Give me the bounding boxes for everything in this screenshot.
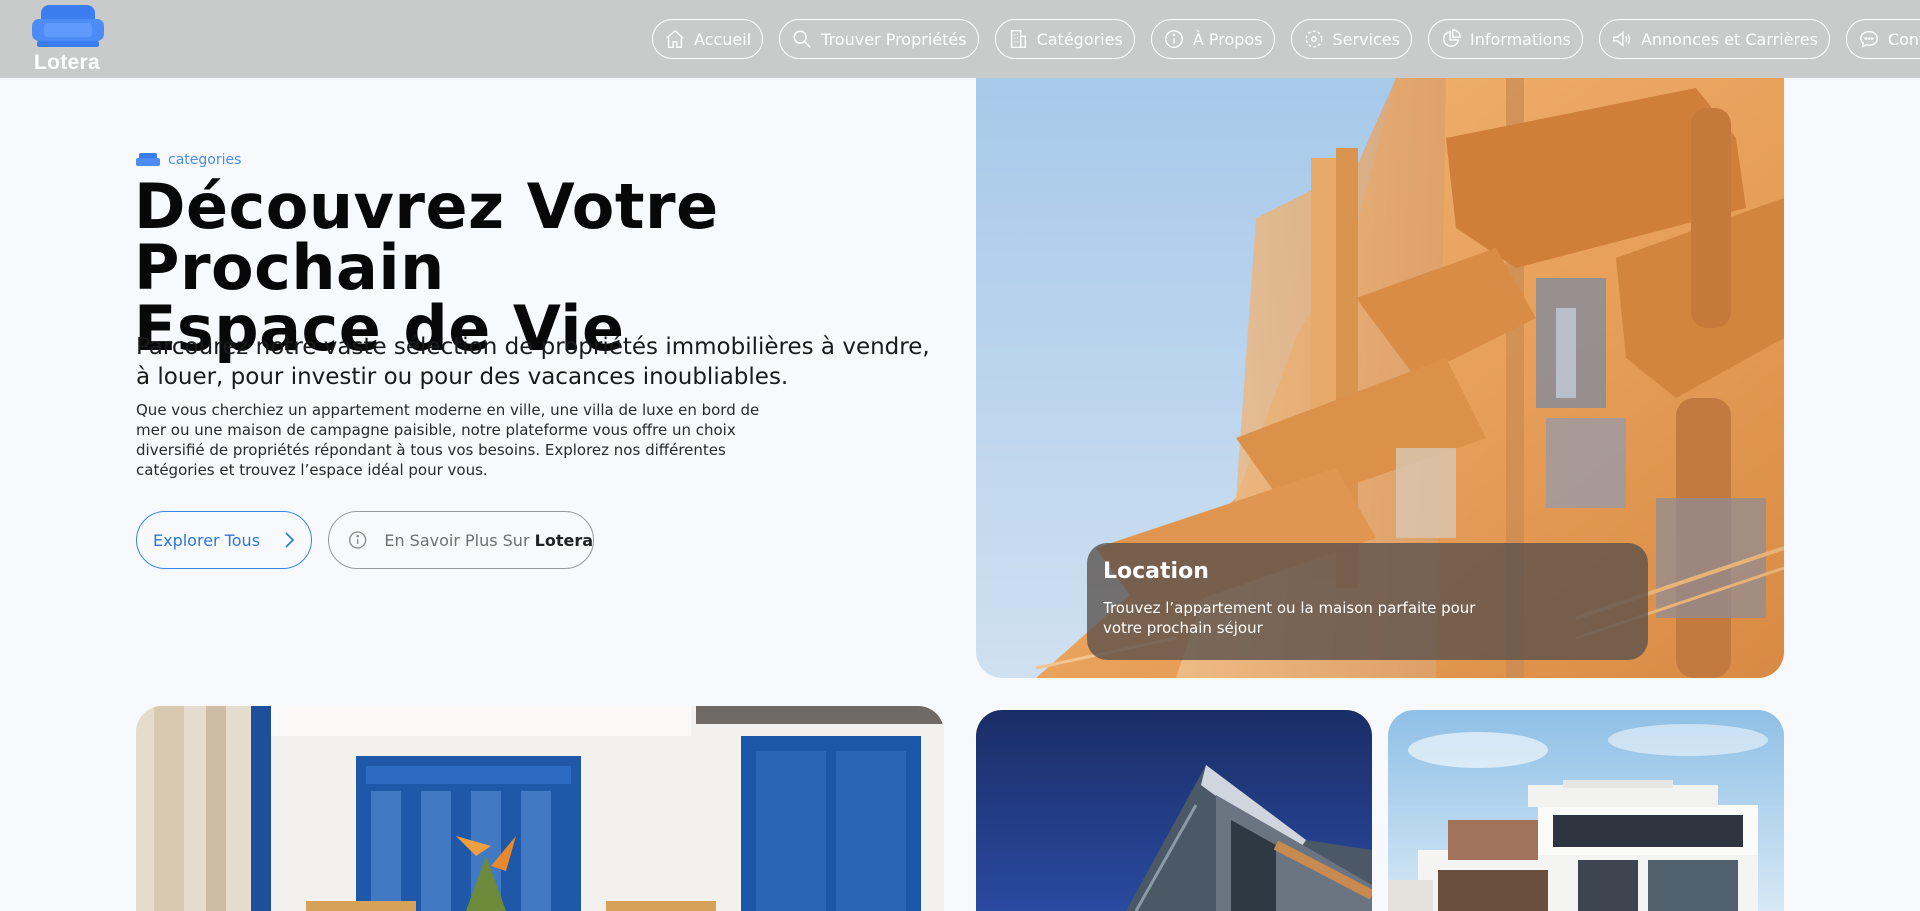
learn-more-brand: Lotera [534, 530, 593, 550]
nav-item-a-propos[interactable]: À Propos [1150, 19, 1275, 59]
hero-eyebrow: categories [136, 152, 241, 168]
nav-label: Accueil [694, 29, 752, 49]
info-icon [348, 531, 367, 549]
building-icon [1010, 30, 1026, 48]
nav-label: Annonces et Carrières [1640, 29, 1818, 49]
nav-item-contact[interactable]: Contact [1845, 19, 1920, 59]
sofa-icon [136, 153, 160, 166]
sofa-logo-icon [32, 5, 104, 47]
info-icon [1164, 30, 1183, 48]
learn-more-label: En Savoir Plus Sur Lotera [384, 531, 593, 550]
feature-card-title: Location [1103, 559, 1209, 584]
main-nav: Accueil Trouver Propriétés Catégories À … [652, 19, 1920, 59]
nav-label: Services [1332, 29, 1400, 49]
explore-all-label: Explorer Tous [153, 530, 261, 550]
nav-label: Contact [1887, 29, 1920, 49]
nav-item-categories[interactable]: Catégories [994, 19, 1135, 59]
villa-photo [1388, 710, 1784, 911]
tower-photo [976, 710, 1372, 911]
chart-pie-icon [1443, 29, 1461, 47]
nav-item-trouver-proprietes[interactable]: Trouver Propriétés [779, 19, 979, 59]
nav-item-informations[interactable]: Informations [1427, 19, 1583, 59]
top-navigation-bar: Lotera Accueil Trouver Propriétés Catégo… [0, 0, 1920, 78]
explore-all-button[interactable]: Explorer Tous [136, 511, 312, 569]
nav-item-services[interactable]: Services [1290, 19, 1412, 59]
chevron-right-icon [285, 532, 295, 548]
brand-name: Lotera [34, 51, 100, 74]
property-tile-mediterranean-house[interactable] [136, 706, 944, 911]
nav-item-accueil[interactable]: Accueil [652, 19, 764, 59]
home-icon [666, 29, 684, 48]
learn-more-prefix: En Savoir Plus Sur [384, 530, 530, 550]
services-icon [1305, 30, 1322, 48]
title-line-1: Découvrez Votre Prochain [134, 170, 719, 304]
feature-card-text: Trouvez l’appartement ou la maison parfa… [1103, 599, 1476, 637]
nav-item-annonces-carrieres[interactable]: Annonces et Carrières [1598, 19, 1830, 59]
location-feature-card[interactable]: Location Trouvez l’appartement ou la mai… [1087, 543, 1648, 660]
property-tile-luxury-villa[interactable] [1388, 710, 1784, 911]
hero-description: Que vous cherchiez un appartement modern… [136, 401, 760, 479]
page: Lotera Accueil Trouver Propriétés Catégo… [0, 0, 1920, 911]
hero-subtitle: Parcourez notre vaste sélection de propr… [136, 334, 930, 390]
megaphone-icon [1613, 31, 1631, 47]
eyebrow-label: categories [168, 152, 242, 168]
nav-label: Informations [1469, 29, 1571, 49]
nav-label: Trouver Propriétés [821, 29, 967, 49]
chat-icon [1859, 30, 1878, 48]
nav-label: Catégories [1036, 29, 1123, 49]
search-icon [793, 30, 811, 48]
hero-property-image[interactable]: Location Trouvez l’appartement ou la mai… [976, 78, 1784, 678]
nav-label: À Propos [1192, 29, 1263, 49]
house-photo [136, 706, 944, 911]
learn-more-button[interactable]: En Savoir Plus Sur Lotera [328, 511, 594, 569]
brand-logo[interactable]: Lotera [32, 5, 104, 74]
property-tile-modern-tower[interactable] [976, 710, 1372, 911]
